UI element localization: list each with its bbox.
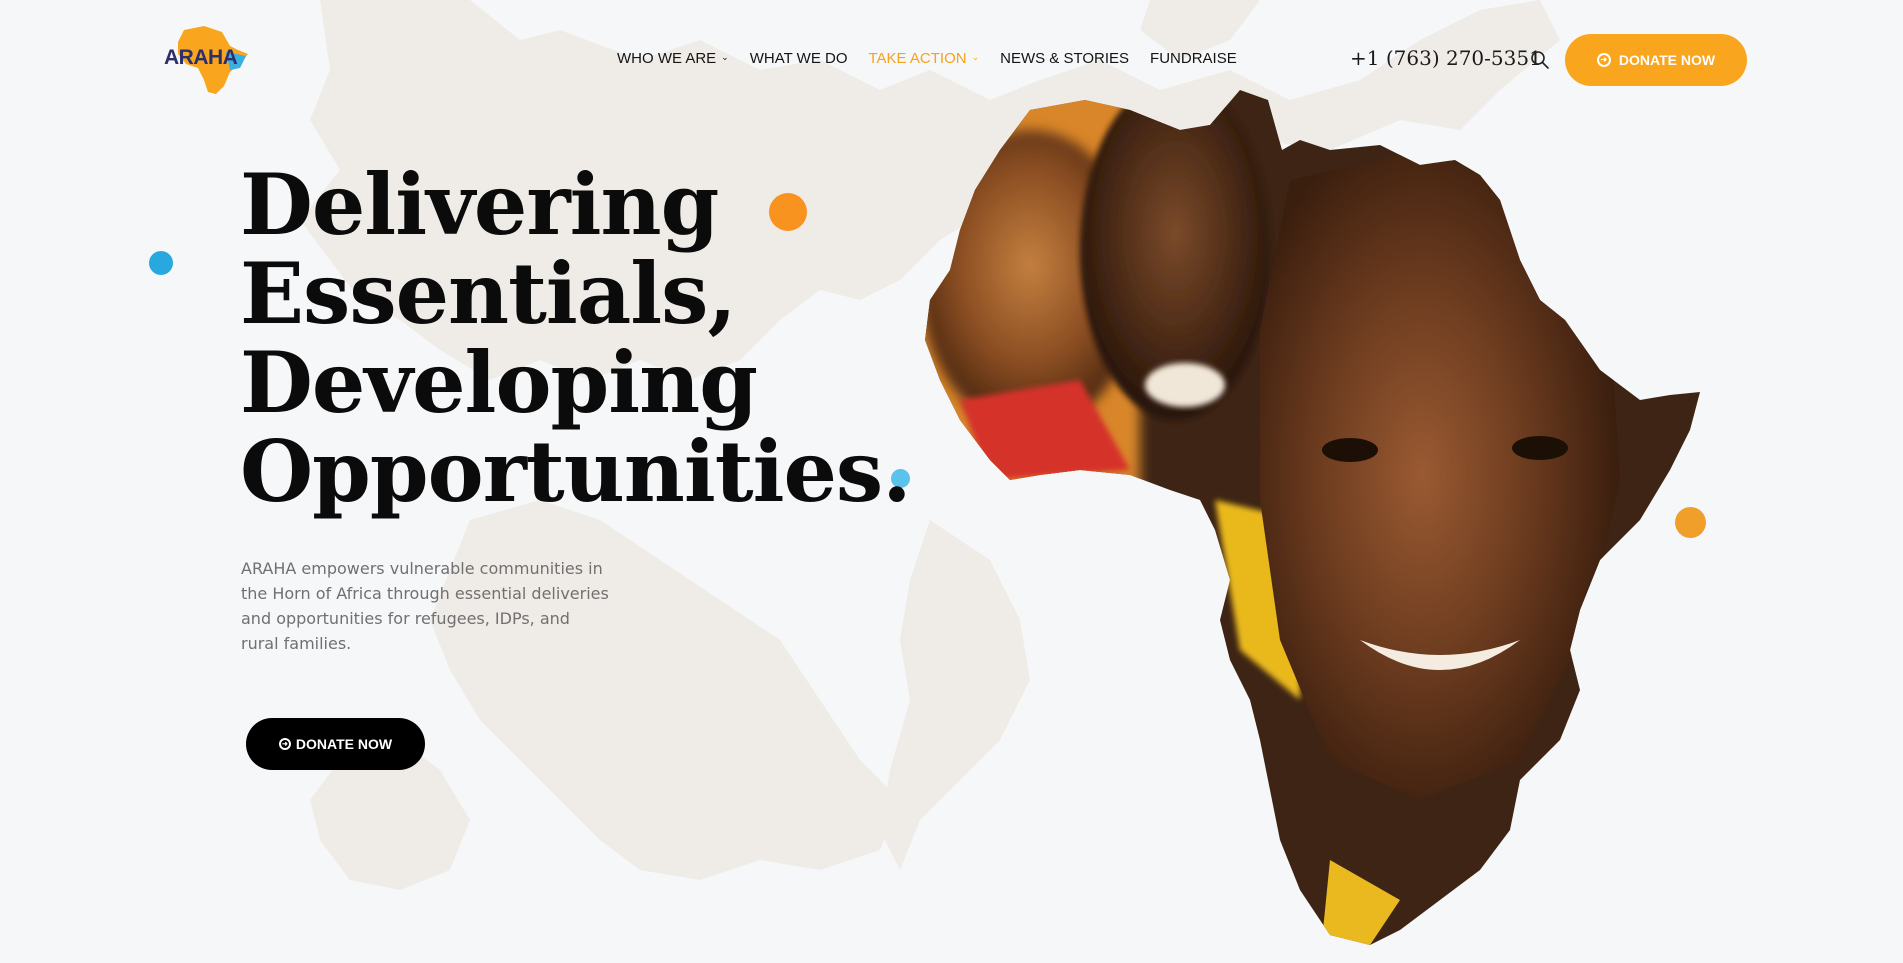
hero-title-line: Essentials,	[240, 244, 737, 343]
nav-item-who-we-are[interactable]: WHO WE ARE ⌄	[617, 50, 729, 67]
arrow-circle-icon: ➜	[278, 738, 291, 750]
phone-number-link[interactable]: +1 (763) 270-5351	[1350, 46, 1542, 70]
site-header: ARAHA WHO WE ARE ⌄ WHAT WE DO TAKE ACTIO…	[0, 0, 1903, 120]
header-donate-label: DONATE NOW	[1618, 52, 1716, 68]
chevron-down-icon: ⌄	[971, 52, 980, 62]
hero-donate-button[interactable]: ➜ DONATE NOW	[246, 718, 425, 770]
main-nav: WHO WE ARE ⌄ WHAT WE DO TAKE ACTION ⌄ NE…	[617, 50, 1237, 67]
nav-item-news-stories[interactable]: NEWS & STORIES	[1000, 50, 1129, 67]
nav-item-label: TAKE ACTION	[868, 50, 967, 67]
nav-item-label: NEWS & STORIES	[1000, 50, 1130, 67]
decor-dot-orange-right	[1675, 507, 1706, 538]
arrow-circle-icon: ➜	[1596, 53, 1611, 67]
logo-text: ARAHA	[164, 46, 238, 69]
hero-title: Delivering Essentials, Developing Opport…	[240, 155, 911, 521]
hero-title-line: Developing	[240, 333, 758, 432]
hero-donate-label: DONATE NOW	[295, 736, 393, 752]
nav-item-what-we-do[interactable]: WHAT WE DO	[750, 50, 848, 67]
nav-item-label: WHAT WE DO	[749, 50, 848, 67]
araha-logo[interactable]: ARAHA	[164, 24, 254, 96]
search-icon[interactable]	[1530, 50, 1550, 70]
nav-item-fundraise[interactable]: FUNDRAISE	[1150, 50, 1237, 67]
nav-item-take-action[interactable]: TAKE ACTION ⌄	[869, 50, 980, 67]
header-donate-button[interactable]: ➜ DONATE NOW	[1565, 34, 1747, 86]
decor-dot-blue	[149, 251, 173, 275]
nav-item-label: FUNDRAISE	[1150, 50, 1237, 67]
chevron-down-icon: ⌄	[721, 52, 729, 62]
hero-title-line: Opportunities.	[240, 422, 911, 521]
hero-title-line: Delivering	[240, 155, 719, 254]
nav-item-label: WHO WE ARE	[617, 50, 717, 67]
hero-description: ARAHA empowers vulnerable communities in…	[241, 559, 609, 653]
